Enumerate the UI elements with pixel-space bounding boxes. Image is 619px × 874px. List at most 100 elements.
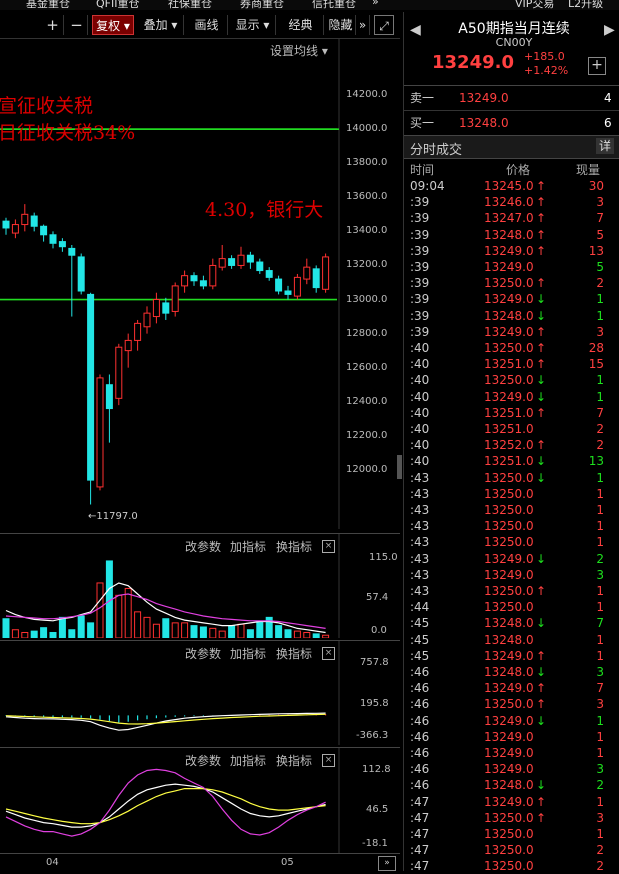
candle: [303, 258, 311, 285]
tick-row: :45 13248.0 1: [404, 632, 619, 648]
tick-time: :39: [410, 260, 430, 274]
volume-bar: [77, 615, 85, 639]
macd-param-button[interactable]: 改参数: [185, 645, 221, 662]
kline-chart[interactable]: 设置均线 ▾ 宣征收关税 日征收关税34% 4.30，银行大 14200.0 14…: [0, 39, 400, 529]
candle: [284, 285, 292, 300]
col-price: 价格: [506, 163, 531, 177]
kdj-add-indicator-button[interactable]: 加指标: [230, 752, 266, 769]
kdj-panel[interactable]: 改参数 加指标 换指标 × 112.8 46.5 -18.1: [0, 747, 400, 854]
tick-time: :43: [410, 584, 430, 598]
tick-volume: 3: [596, 665, 604, 679]
menu-more[interactable]: »: [372, 0, 379, 8]
macd-change-indicator-button[interactable]: 换指标: [276, 645, 312, 662]
macd-add-indicator-button[interactable]: 加指标: [230, 645, 266, 662]
candle: [293, 273, 301, 300]
tick-time: :39: [410, 276, 430, 291]
macd-panel[interactable]: 改参数 加指标 换指标 × 757.8 195.8 -366.3: [0, 640, 400, 745]
candle-body: [30, 215, 38, 227]
candle-body: [228, 258, 236, 266]
more-button[interactable]: »: [356, 15, 370, 35]
ma-setting-button[interactable]: 设置均线 ▾: [270, 42, 328, 59]
tick-price: 13250.0: [484, 859, 534, 874]
kdj-change-indicator-button[interactable]: 换指标: [276, 752, 312, 769]
tick-volume: 2: [596, 551, 604, 566]
candle-body: [284, 290, 292, 295]
tick-price: 13252.0: [484, 438, 534, 453]
tick-row: :40 13251.0 ↓ 13: [404, 453, 619, 469]
vol-change-indicator-button[interactable]: 换指标: [276, 538, 312, 555]
arrow-down-icon: ↓: [536, 713, 547, 728]
tick-price: 13250.0: [484, 276, 534, 291]
tick-price: 13249.0: [484, 713, 534, 728]
tick-row: :40 13252.0 ↑ 2: [404, 437, 619, 453]
vol-add-indicator-button[interactable]: 加指标: [230, 538, 266, 555]
zoom-in-button[interactable]: +: [42, 15, 64, 35]
menu-item-qfii[interactable]: QFII重仓: [96, 0, 139, 10]
kdj-param-button[interactable]: 改参数: [185, 752, 221, 769]
tick-price: 13249.0: [484, 292, 534, 307]
display-button[interactable]: 显示 ▾: [230, 15, 276, 35]
next-contract-icon[interactable]: ▶: [604, 22, 615, 38]
price-tick-label: 12000.0: [346, 463, 388, 475]
volume-bar: [171, 622, 179, 639]
tick-volume: 2: [596, 422, 604, 436]
tick-volume: 1: [596, 503, 604, 517]
menu-item-social[interactable]: 社保重仓: [168, 0, 212, 10]
tick-row: :43 13250.0 1: [404, 518, 619, 534]
tick-row: :40 13250.0 ↓ 1: [404, 372, 619, 388]
zoom-out-button[interactable]: −: [66, 15, 88, 35]
tick-volume: 15: [588, 357, 604, 372]
ask-row: 卖一 13249.0 4: [404, 90, 619, 106]
tick-time: :46: [410, 778, 430, 793]
candle-body: [162, 302, 170, 314]
menu-item-trust[interactable]: 信托重仓: [312, 0, 356, 10]
tick-price: 13250.0: [484, 470, 534, 485]
price-tick-label: 12200.0: [346, 429, 388, 441]
volume-panel[interactable]: 改参数 加指标 换指标 × 115.0 57.4 0.0: [0, 533, 400, 639]
vol-close-icon[interactable]: ×: [322, 540, 335, 553]
arrow-up-icon: ↑: [536, 681, 547, 696]
tick-row: :43 13250.0 ↓ 1: [404, 470, 619, 486]
tick-row: :47 13250.0 2: [404, 842, 619, 858]
candle: [152, 292, 160, 324]
vol-param-button[interactable]: 改参数: [185, 538, 221, 555]
kdj-close-icon[interactable]: ×: [322, 754, 335, 767]
prev-contract-icon[interactable]: ◀: [410, 22, 421, 38]
tick-row: :40 13251.0 2: [404, 421, 619, 437]
tick-row: :47 13250.0 2: [404, 858, 619, 874]
bid-volume: 6: [604, 116, 612, 130]
panel-collapse-handle[interactable]: [397, 455, 402, 479]
expand-icon[interactable]: ⤢: [374, 15, 394, 35]
candle-body: [68, 247, 76, 256]
menu-item-fund[interactable]: 基金重仓: [26, 0, 70, 10]
tick-price: 13251.0: [484, 454, 534, 469]
detail-button[interactable]: 详: [596, 138, 614, 154]
volume-bar: [30, 630, 38, 639]
volume-bar: [96, 582, 104, 639]
overlay-button[interactable]: 叠加 ▾: [138, 15, 184, 35]
hide-button[interactable]: 隐藏: [326, 15, 356, 35]
tick-volume: 1: [596, 486, 604, 501]
arrow-down-icon: ↓: [536, 308, 547, 323]
candle-body: [152, 299, 160, 318]
tick-time: :43: [410, 551, 430, 566]
tick-price: 13248.0: [484, 778, 534, 793]
scroll-right-icon[interactable]: »: [378, 856, 396, 871]
draw-button[interactable]: 画线: [186, 15, 228, 35]
tick-volume: 7: [596, 211, 604, 226]
adjust-button[interactable]: 复权 ▾: [92, 15, 134, 35]
tick-time: :39: [410, 243, 430, 258]
menu-item-broker[interactable]: 券商重仓: [240, 0, 284, 10]
arrow-down-icon: ↓: [536, 551, 547, 566]
menu-item-l2[interactable]: L2升级: [568, 0, 603, 10]
tick-price: 13248.0: [484, 665, 534, 679]
tick-time: :46: [410, 681, 430, 696]
arrow-up-icon: ↑: [536, 357, 547, 372]
macd-close-icon[interactable]: ×: [322, 647, 335, 660]
add-watchlist-button[interactable]: +: [588, 57, 606, 75]
candle-body: [11, 224, 19, 234]
menu-item-vip[interactable]: VIP交易: [515, 0, 554, 10]
tick-price: 13250.0: [484, 486, 534, 501]
classic-button[interactable]: 经典: [278, 15, 324, 35]
tick-volume: 1: [596, 632, 604, 647]
